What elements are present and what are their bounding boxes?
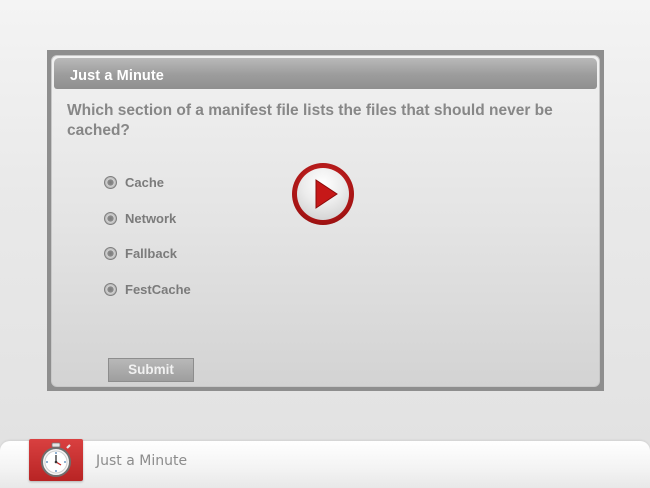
option-label: Network [125,210,177,226]
question-text: Which section of a manifest file lists t… [67,102,553,139]
stopwatch-icon [29,439,83,481]
footer-label: Just a Minute [96,453,188,469]
submit-button[interactable]: Submit [108,358,194,382]
option-cache[interactable]: Cache [104,173,164,191]
play-icon [315,179,338,209]
option-network[interactable]: Network [104,209,176,227]
radio-button[interactable] [104,246,117,260]
radio-button[interactable] [104,175,117,189]
radio-button[interactable] [104,282,117,296]
option-label: Fallback [125,245,178,261]
option-fallback[interactable]: Fallback [104,244,177,262]
quiz-title-bar: Just a Minute [54,58,597,89]
option-festcache[interactable]: FestCache [104,280,191,298]
option-label: FestCache [125,281,191,297]
play-button[interactable] [292,163,354,225]
quiz-title: Just a Minute [70,68,164,84]
option-label: Cache [125,174,165,190]
radio-button[interactable] [104,211,117,225]
